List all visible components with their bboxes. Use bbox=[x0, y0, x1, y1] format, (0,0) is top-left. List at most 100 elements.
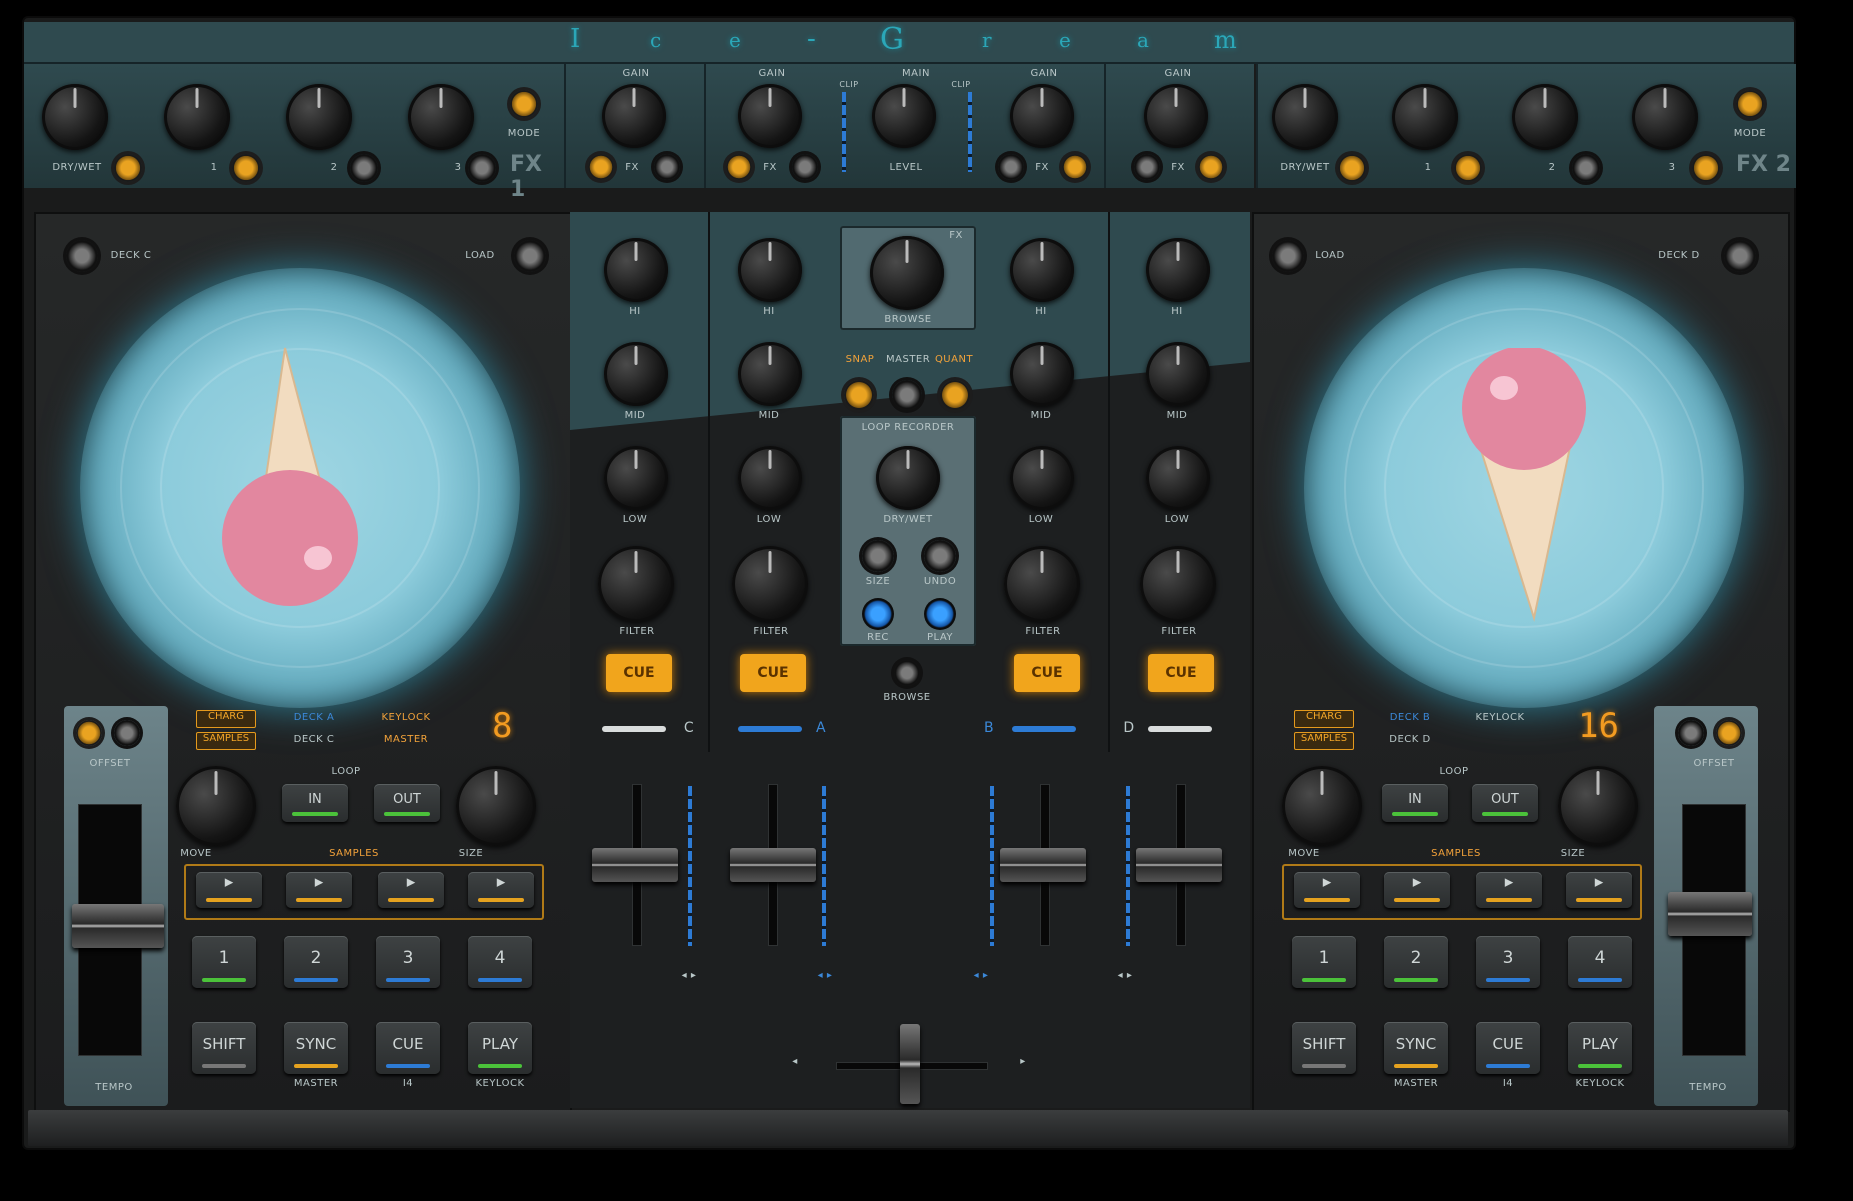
fx1-drywet-button[interactable] bbox=[114, 154, 142, 182]
play-button-right[interactable]: PLAY bbox=[1568, 1022, 1632, 1074]
fx2-button-1[interactable] bbox=[1454, 154, 1482, 182]
offset-button-left-2[interactable] bbox=[114, 720, 140, 746]
fader-cap-d[interactable] bbox=[1136, 848, 1222, 882]
load-button-right[interactable] bbox=[1272, 240, 1304, 272]
quant-button[interactable] bbox=[940, 380, 970, 410]
gain-knob-d[interactable] bbox=[1144, 84, 1208, 148]
samples-tag-left[interactable]: SAMPLES bbox=[196, 732, 256, 750]
main-level-knob[interactable] bbox=[872, 84, 936, 148]
mid-knob-c[interactable] bbox=[604, 342, 668, 406]
play-button-left[interactable]: PLAY bbox=[468, 1022, 532, 1074]
offset-button-right-2[interactable] bbox=[1716, 720, 1742, 746]
loop-recorder-knob[interactable] bbox=[876, 446, 940, 510]
play-rec-button[interactable] bbox=[924, 598, 956, 630]
deck-select-button-right[interactable] bbox=[1724, 240, 1756, 272]
tempo-slider-cap-right[interactable] bbox=[1668, 892, 1752, 936]
sample-pad-2[interactable]: ▸ bbox=[286, 872, 352, 908]
loop-in-button-right[interactable]: IN bbox=[1382, 784, 1448, 822]
hotcue-2-right[interactable]: 2 bbox=[1384, 936, 1448, 988]
loop-move-knob-left[interactable] bbox=[176, 766, 256, 846]
fx1-knob-3[interactable] bbox=[408, 84, 474, 150]
hotcue-3-left[interactable]: 3 bbox=[376, 936, 440, 988]
hotcue-1-left[interactable]: 1 bbox=[192, 936, 256, 988]
fx1-mode-button[interactable] bbox=[510, 90, 538, 118]
fx2-button-3[interactable] bbox=[1692, 154, 1720, 182]
fx2-drywet-button[interactable] bbox=[1338, 154, 1366, 182]
mid-knob-a[interactable] bbox=[738, 342, 802, 406]
sync-button-right[interactable]: SYNC bbox=[1384, 1022, 1448, 1074]
fader-cap-c[interactable] bbox=[592, 848, 678, 882]
cue-button-right[interactable]: CUE bbox=[1476, 1022, 1540, 1074]
fx2-knob-2[interactable] bbox=[1512, 84, 1578, 150]
filter-knob-a[interactable] bbox=[732, 546, 808, 622]
low-knob-c[interactable] bbox=[604, 446, 668, 510]
charg-tag-right[interactable]: CHARG bbox=[1294, 710, 1354, 728]
low-knob-a[interactable] bbox=[738, 446, 802, 510]
load-button-left[interactable] bbox=[514, 240, 546, 272]
gain-knob-c[interactable] bbox=[602, 84, 666, 148]
hotcue-4-left[interactable]: 4 bbox=[468, 936, 532, 988]
jog-wheel-right[interactable] bbox=[1304, 268, 1744, 708]
fx-assign-2-c[interactable] bbox=[654, 154, 680, 180]
sample-pad-3[interactable]: ▸ bbox=[1476, 872, 1542, 908]
fx2-drywet-knob[interactable] bbox=[1272, 84, 1338, 150]
fx1-button-2[interactable] bbox=[350, 154, 378, 182]
sample-pad-2[interactable]: ▸ bbox=[1384, 872, 1450, 908]
hotcue-4-right[interactable]: 4 bbox=[1568, 936, 1632, 988]
fx2-mode-button[interactable] bbox=[1736, 90, 1764, 118]
hi-knob-b[interactable] bbox=[1010, 238, 1074, 302]
fader-cap-a[interactable] bbox=[730, 848, 816, 882]
fx-assign-1-b[interactable] bbox=[998, 154, 1024, 180]
fx1-knob-1[interactable] bbox=[164, 84, 230, 150]
loop-move-knob-right[interactable] bbox=[1282, 766, 1362, 846]
master-button[interactable] bbox=[892, 380, 922, 410]
sample-pad-1[interactable]: ▸ bbox=[1294, 872, 1360, 908]
sample-pad-4[interactable]: ▸ bbox=[1566, 872, 1632, 908]
gain-knob-b[interactable] bbox=[1010, 84, 1074, 148]
shift-button-right[interactable]: SHIFT bbox=[1292, 1022, 1356, 1074]
hi-knob-a[interactable] bbox=[738, 238, 802, 302]
browse-knob[interactable] bbox=[870, 236, 944, 310]
mid-knob-b[interactable] bbox=[1010, 342, 1074, 406]
fx2-knob-1[interactable] bbox=[1392, 84, 1458, 150]
sample-pad-3[interactable]: ▸ bbox=[378, 872, 444, 908]
fx1-button-3[interactable] bbox=[468, 154, 496, 182]
cue-button-c[interactable]: CUE bbox=[606, 654, 672, 692]
low-knob-d[interactable] bbox=[1146, 446, 1210, 510]
loop-in-button-left[interactable]: IN bbox=[282, 784, 348, 822]
offset-button-right-1[interactable] bbox=[1678, 720, 1704, 746]
loop-out-button-left[interactable]: OUT bbox=[374, 784, 440, 822]
filter-knob-c[interactable] bbox=[598, 546, 674, 622]
charg-tag-left[interactable]: CHARG bbox=[196, 710, 256, 728]
crossfader-cap[interactable] bbox=[900, 1024, 920, 1104]
shift-button-left[interactable]: SHIFT bbox=[192, 1022, 256, 1074]
cue-button-a[interactable]: CUE bbox=[740, 654, 806, 692]
deck-select-button-left[interactable] bbox=[66, 240, 98, 272]
mid-knob-d[interactable] bbox=[1146, 342, 1210, 406]
filter-knob-d[interactable] bbox=[1140, 546, 1216, 622]
fx1-drywet-knob[interactable] bbox=[42, 84, 108, 150]
fx-assign-2-d[interactable] bbox=[1198, 154, 1224, 180]
size-button[interactable] bbox=[862, 540, 894, 572]
hi-knob-d[interactable] bbox=[1146, 238, 1210, 302]
loop-size-knob-left[interactable] bbox=[456, 766, 536, 846]
hotcue-3-right[interactable]: 3 bbox=[1476, 936, 1540, 988]
fx-assign-2-a[interactable] bbox=[792, 154, 818, 180]
sample-pad-1[interactable]: ▸ bbox=[196, 872, 262, 908]
loop-size-knob-right[interactable] bbox=[1558, 766, 1638, 846]
fx-assign-2-b[interactable] bbox=[1062, 154, 1088, 180]
filter-knob-b[interactable] bbox=[1004, 546, 1080, 622]
cue-button-d[interactable]: CUE bbox=[1148, 654, 1214, 692]
undo-button[interactable] bbox=[924, 540, 956, 572]
hotcue-1-right[interactable]: 1 bbox=[1292, 936, 1356, 988]
fader-cap-b[interactable] bbox=[1000, 848, 1086, 882]
sync-button-left[interactable]: SYNC bbox=[284, 1022, 348, 1074]
fx1-button-1[interactable] bbox=[232, 154, 260, 182]
fx-assign-1-d[interactable] bbox=[1134, 154, 1160, 180]
tempo-slider-cap-left[interactable] bbox=[72, 904, 164, 948]
cue-button-left[interactable]: CUE bbox=[376, 1022, 440, 1074]
hotcue-2-left[interactable]: 2 bbox=[284, 936, 348, 988]
fx-assign-1-a[interactable] bbox=[726, 154, 752, 180]
snap-button[interactable] bbox=[844, 380, 874, 410]
rec-button[interactable] bbox=[862, 598, 894, 630]
